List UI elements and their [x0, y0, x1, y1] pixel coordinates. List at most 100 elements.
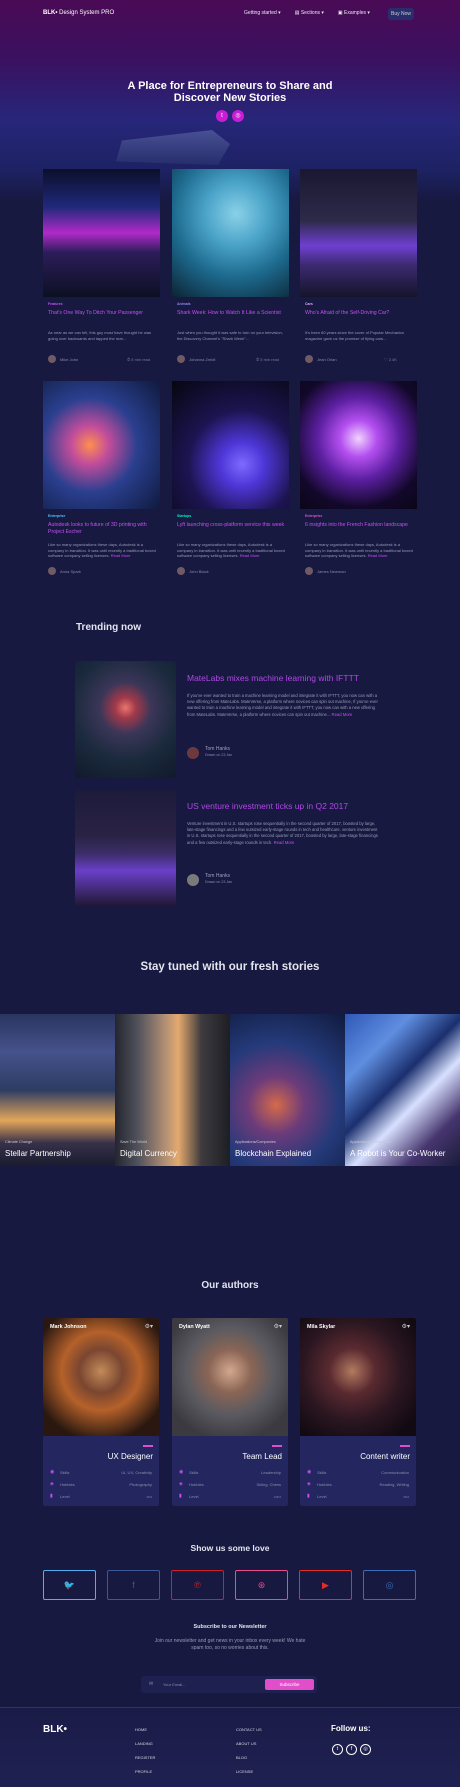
gear-icon[interactable]: ⚙▾ [145, 1323, 153, 1330]
twitter-share-button[interactable]: 🐦 [43, 1570, 96, 1600]
gear-icon[interactable]: ⚙▾ [402, 1323, 410, 1330]
card-image[interactable] [172, 169, 289, 297]
story-card[interactable]: Applications/Companies A Robot is Your C… [345, 1014, 460, 1166]
youtube-share-button[interactable]: ▶ [299, 1570, 352, 1600]
author-name: Dylan Wyatt [179, 1324, 210, 1330]
story-category: Applications/Companies [235, 1140, 276, 1144]
card-title[interactable]: Who's Afraid of the Self-Driving Car? [305, 310, 417, 317]
dribbble-icon[interactable]: ◎ [360, 1744, 371, 1755]
facebook-share-button[interactable]: f [107, 1570, 160, 1600]
dribbble-share-button[interactable]: ⊛ [235, 1570, 288, 1600]
author-detail-row: ▮ Level •••• [50, 1493, 152, 1499]
nav-examples[interactable]: ▣ Examples ▾ [338, 10, 370, 16]
footer-link[interactable]: CONTACT US [236, 1727, 262, 1732]
footer-link[interactable]: LICENSE [236, 1769, 253, 1774]
nav-links: Getting started ▾ ▤ Sections ▾ ▣ Example… [244, 10, 370, 16]
gear-icon[interactable]: ⚙▾ [274, 1323, 282, 1330]
card-category: Enterprise [305, 514, 323, 518]
author-detail-row: ▮ Level ••••• [179, 1493, 281, 1499]
facebook-icon: f [132, 1580, 135, 1590]
card-category: Features [48, 302, 63, 306]
follow-us-label: Follow us: [331, 1724, 371, 1733]
pinterest-share-button[interactable]: ℗ [171, 1570, 224, 1600]
story-card[interactable]: Save The World Digital Currency [115, 1014, 230, 1166]
nav-sections[interactable]: ▤ Sections ▾ [295, 10, 324, 16]
read-more-link[interactable]: Read More [274, 840, 295, 845]
buy-now-button[interactable]: Buy Now [388, 8, 414, 20]
footer-brand[interactable]: BLK• [43, 1724, 67, 1735]
author-role: Team Lead [242, 1452, 282, 1461]
read-more-link[interactable]: Read More [111, 553, 131, 558]
accent-line [272, 1445, 282, 1447]
twitter-icon[interactable]: t [332, 1744, 343, 1755]
story-title: Stellar Partnership [5, 1149, 71, 1158]
trending-heading: Trending now [76, 622, 141, 633]
trending-title[interactable]: US venture investment ticks up in Q2 201… [187, 801, 348, 811]
dribbble-icon[interactable]: ◎ [232, 110, 244, 122]
author-card[interactable]: Mark Johnson ⚙▾ UX Designer ◉ Skills UI,… [43, 1318, 159, 1506]
hero-title: A Place for Entrepreneurs to Share and Di… [127, 80, 333, 104]
read-more-link[interactable]: Read More [332, 712, 353, 717]
card-author: Anna Spark [48, 567, 81, 575]
author-role: UX Designer [107, 1452, 153, 1461]
story-title: Blockchain Explained [235, 1149, 312, 1158]
read-more-link[interactable]: Read More [368, 553, 388, 558]
card-meta: ⏱ 5 min read [256, 357, 280, 362]
subscribe-button[interactable]: Subscribe [265, 1679, 314, 1690]
footer-link[interactable]: BLOG [236, 1755, 247, 1760]
instagram-share-button[interactable]: ◎ [363, 1570, 416, 1600]
brand-logo[interactable]: BLK• Design System PRO [43, 10, 114, 16]
card-title[interactable]: That's One Way To Ditch Your Passenger [48, 310, 160, 317]
card-desc: Like so many organizations these days, A… [305, 542, 413, 559]
avatar [305, 567, 313, 575]
story-card[interactable]: Applications/Companies Blockchain Explai… [230, 1014, 345, 1166]
story-card[interactable]: Climate Change Stellar Partnership [0, 1014, 115, 1166]
trending-desc: If you've ever wanted to train a machine… [187, 693, 378, 717]
fresh-heading: Stay tuned with our fresh stories [140, 961, 320, 973]
author-detail-row: ◉ Skills Communication [307, 1469, 409, 1475]
card-image[interactable] [43, 381, 160, 509]
card-author: Johanna Zmidt [177, 355, 215, 363]
card-desc: As near as we can tell, this guy must ha… [48, 330, 151, 341]
author-name: Mila Skylar [307, 1324, 336, 1330]
author-photo [300, 1318, 416, 1436]
nav-getting-started[interactable]: Getting started ▾ [244, 10, 281, 16]
card-image[interactable] [300, 169, 417, 297]
footer-link[interactable]: PROFILE [135, 1769, 152, 1774]
jellyfish-image[interactable] [75, 661, 176, 778]
trending-author: Tom Hanks Drawn on 23 Jan [205, 746, 233, 757]
card-image[interactable] [300, 381, 417, 509]
trending-desc: Venture investment in U.S. startups rose… [187, 821, 378, 845]
card-title[interactable]: Lyft launching cross-platform service th… [177, 522, 289, 529]
detail-icon: ▮ [179, 1493, 182, 1499]
trending-title[interactable]: MateLabs mixes machine learning with IFT… [187, 673, 359, 683]
footer-link[interactable]: ABOUT US [236, 1741, 256, 1746]
twitter-icon: 🐦 [63, 1580, 76, 1590]
twitter-icon[interactable]: t [216, 110, 228, 122]
footer-link[interactable]: LANDING [135, 1741, 153, 1746]
card-title[interactable]: 6 insights into the French Fashion lands… [305, 522, 417, 529]
card-author: Jean Orlan [305, 355, 337, 363]
avatar [177, 567, 185, 575]
facebook-icon[interactable]: f [346, 1744, 357, 1755]
pinterest-icon: ℗ [194, 1580, 201, 1590]
author-photo [172, 1318, 288, 1436]
card-image[interactable] [172, 381, 289, 509]
detail-icon: ▮ [307, 1493, 310, 1499]
detail-icon: ◉ [179, 1469, 184, 1475]
detail-icon: ◈ [307, 1481, 311, 1487]
story-title: A Robot is Your Co-Worker [350, 1149, 446, 1158]
trending-author: Tom Hanks Drawn on 23 Jan [205, 873, 233, 884]
author-card[interactable]: Mila Skylar ⚙▾ Content writer ◉ Skills C… [300, 1318, 416, 1506]
card-title[interactable]: Autodesk looks to future of 3D printing … [48, 522, 160, 535]
city-rooftop-image[interactable] [75, 789, 176, 906]
card-title[interactable]: Shark Week: How to Watch It Like a Scien… [177, 310, 289, 317]
footer-link[interactable]: REGISTER [135, 1755, 155, 1760]
author-photo [43, 1318, 159, 1436]
card-image[interactable] [43, 169, 160, 297]
read-more-link[interactable]: Read More [240, 553, 260, 558]
footer-link[interactable]: HOME [135, 1727, 147, 1732]
author-card[interactable]: Dylan Wyatt ⚙▾ Team Lead ◉ Skills Leader… [172, 1318, 288, 1506]
card-desc: Just when you thought it was safe to tur… [177, 330, 283, 341]
author-detail-row: ◈ Hobbies Reading, Writing [307, 1481, 409, 1487]
